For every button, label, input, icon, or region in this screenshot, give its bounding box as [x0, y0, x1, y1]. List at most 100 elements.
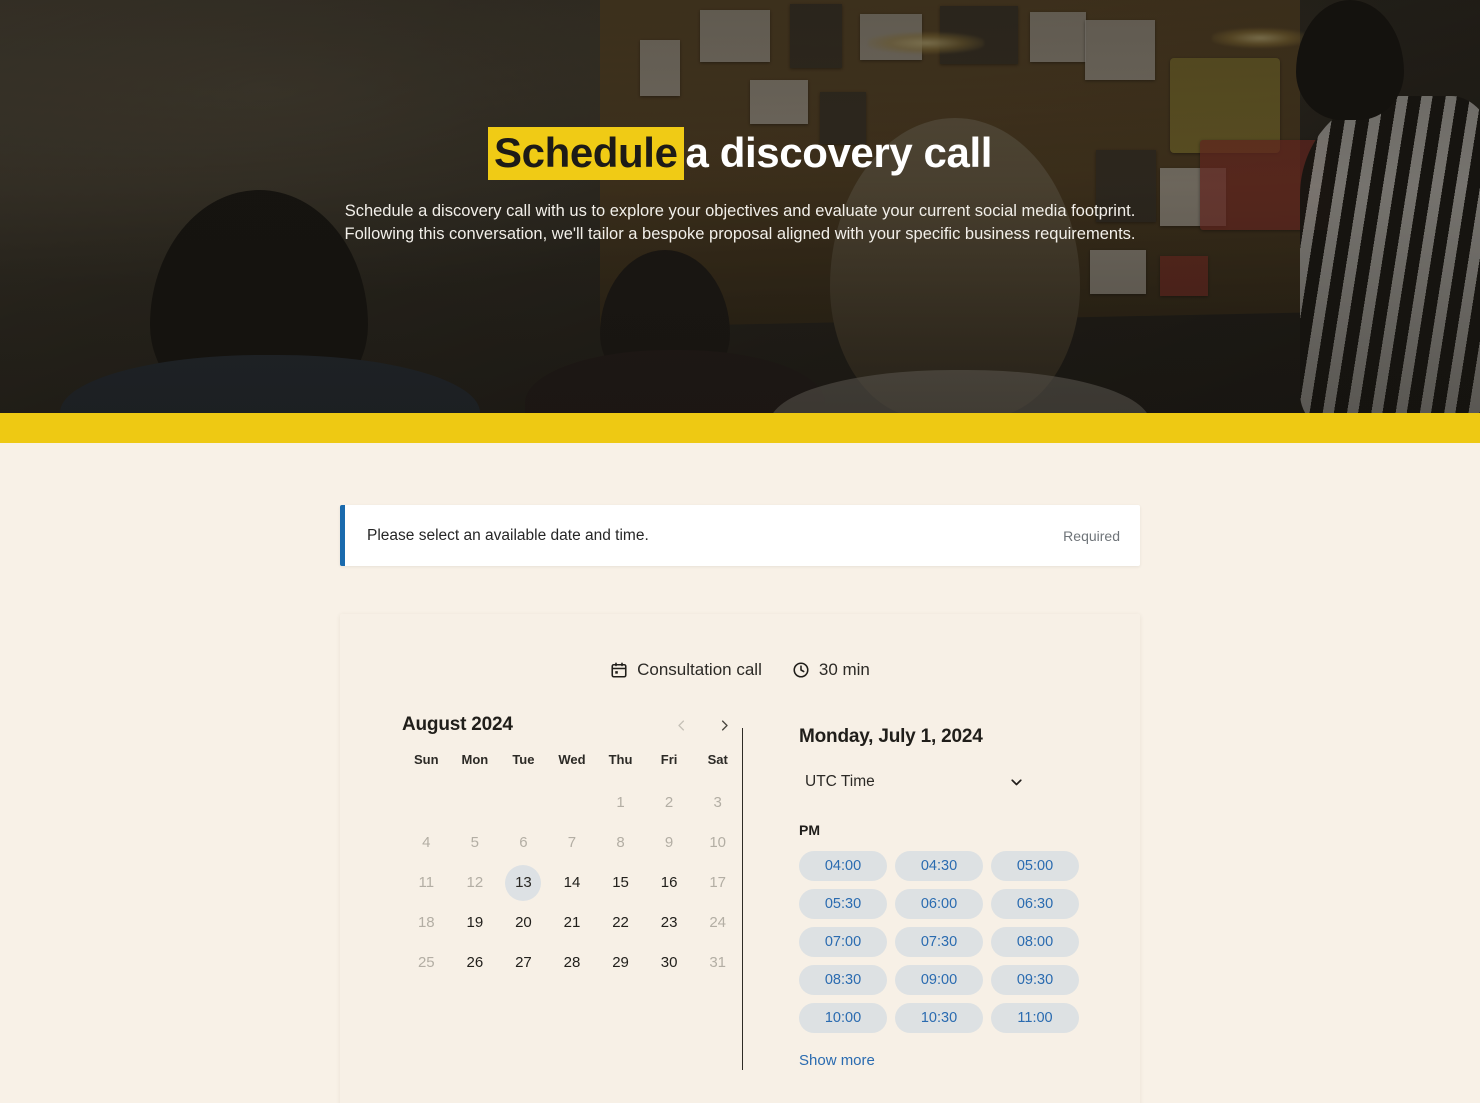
calendar-day-9: 9 — [664, 834, 674, 851]
booking-widget: Consultation call 30 min August 2024 Sun… — [340, 614, 1140, 1103]
selection-required-alert: Please select an available date and time… — [340, 505, 1140, 566]
calendar-week-row: 1 2 3 — [402, 783, 742, 823]
calendar-day-17: 17 — [709, 874, 727, 891]
timeslot-0700[interactable]: 07:00 — [799, 927, 887, 957]
alert-required-badge: Required — [1063, 527, 1120, 544]
calendar-day-empty — [408, 785, 444, 821]
weekday-label: Wed — [558, 752, 586, 767]
panel-divider — [742, 728, 743, 1070]
calendar-day-30[interactable]: 30 — [651, 945, 687, 981]
calendar-panel: August 2024 Sun Mon Tue Wed Thu Fri Sat … — [402, 714, 742, 1070]
calendar-header: August 2024 — [402, 714, 742, 736]
calendar-icon — [610, 661, 628, 679]
chevron-left-icon — [674, 719, 689, 736]
period-label: PM — [799, 822, 820, 838]
calendar-day-2: 2 — [664, 794, 674, 811]
calendar-day-27[interactable]: 27 — [505, 945, 541, 981]
calendar-day-11: 11 — [418, 874, 435, 891]
event-name-label: Consultation call — [637, 660, 762, 679]
timeslot-0800[interactable]: 08:00 — [991, 927, 1079, 957]
calendar-day-7: 7 — [567, 834, 577, 851]
previous-month-button[interactable] — [670, 716, 693, 735]
weekday-label: Sun — [414, 752, 439, 767]
timeslot-1100[interactable]: 11:00 — [991, 1003, 1079, 1033]
calendar-day-19[interactable]: 19 — [457, 905, 493, 941]
timeslot-0500[interactable]: 05:00 — [991, 851, 1079, 881]
timeslots-panel: Monday, July 1, 2024 UTC Time PM 04:00 04… — [799, 714, 1084, 1070]
booking-panels: August 2024 Sun Mon Tue Wed Thu Fri Sat … — [340, 714, 1140, 1070]
calendar-day-13[interactable]: 13 — [505, 865, 542, 901]
calendar-day-10: 10 — [709, 834, 727, 851]
calendar-week-row: 18 19 20 21 22 23 24 — [402, 903, 742, 943]
event-name-item: Consultation call — [610, 660, 762, 680]
timeslot-0530[interactable]: 05:30 — [799, 889, 887, 919]
calendar-day-12: 12 — [466, 874, 484, 891]
timeslot-0630[interactable]: 06:30 — [991, 889, 1079, 919]
timeslot-0900[interactable]: 09:00 — [895, 965, 983, 995]
chevron-right-icon — [717, 719, 732, 736]
calendar-day-21[interactable]: 21 — [554, 905, 590, 941]
show-more-button[interactable]: Show more — [799, 1052, 875, 1069]
calendar-day-20[interactable]: 20 — [505, 905, 541, 941]
calendar-day-3: 3 — [713, 794, 722, 811]
weekday-label: Mon — [461, 752, 489, 767]
timeslot-0930[interactable]: 09:30 — [991, 965, 1079, 995]
calendar-day-6: 6 — [519, 834, 528, 851]
calendar-day-23[interactable]: 23 — [651, 905, 687, 941]
calendar-day-empty — [554, 785, 590, 821]
calendar-weekday-row: Sun Mon Tue Wed Thu Fri Sat — [402, 752, 742, 783]
calendar-week-row: 11 12 13 14 15 16 17 — [402, 863, 742, 903]
weekday-label: Tue — [512, 752, 535, 767]
calendar-day-24: 24 — [709, 914, 727, 931]
timeslot-1000[interactable]: 10:00 — [799, 1003, 887, 1033]
calendar-day-15[interactable]: 15 — [603, 865, 639, 901]
timezone-value: UTC Time — [805, 773, 875, 790]
calendar-day-25: 25 — [417, 954, 435, 971]
alert-message: Please select an available date and time… — [367, 526, 649, 544]
selected-date-heading: Monday, July 1, 2024 — [799, 726, 983, 747]
accent-divider-bar — [0, 413, 1480, 443]
calendar-day-16[interactable]: 16 — [651, 865, 687, 901]
page-title-rest: a discovery call — [685, 129, 993, 176]
calendar-day-22[interactable]: 22 — [603, 905, 639, 941]
calendar-day-18: 18 — [417, 914, 435, 931]
timeslot-1030[interactable]: 10:30 — [895, 1003, 983, 1033]
page-subtitle: Schedule a discovery call with us to exp… — [344, 201, 1136, 244]
hero-banner: Schedule a discovery call Schedule a disc… — [0, 0, 1480, 413]
timeslot-0730[interactable]: 07:30 — [895, 927, 983, 957]
timeslot-0830[interactable]: 08:30 — [799, 965, 887, 995]
calendar-day-28[interactable]: 28 — [554, 945, 590, 981]
calendar-day-29[interactable]: 29 — [603, 945, 639, 981]
calendar-day-1: 1 — [616, 794, 625, 811]
event-duration-label: 30 min — [818, 660, 870, 679]
calendar-day-empty — [505, 785, 541, 821]
calendar-week-row: 25 26 27 28 29 30 31 — [402, 943, 742, 983]
weekday-label: Fri — [660, 752, 678, 767]
calendar-week-row: 4 5 6 7 8 9 10 — [402, 823, 742, 863]
timeslot-0600[interactable]: 06:00 — [895, 889, 983, 919]
calendar-day-5: 5 — [470, 834, 480, 851]
weekday-label: Sat — [707, 752, 728, 767]
timezone-select[interactable]: UTC Time — [799, 764, 1031, 800]
calendar-day-empty — [457, 785, 493, 821]
calendar-grid: Sun Mon Tue Wed Thu Fri Sat 1 2 3 4 5 6 7 8 9 10 1… — [402, 752, 742, 983]
calendar-body: 1 2 3 4 5 6 7 8 9 10 11 12 13 14 15 16 17 18 19 20 21 22 23 24 2… — [402, 783, 742, 983]
calendar-day-14[interactable]: 14 — [554, 865, 590, 901]
booking-meta: Consultation call 30 min — [340, 660, 1140, 680]
main-content: Please select an available date and time… — [0, 443, 1480, 1103]
calendar-day-31: 31 — [709, 954, 727, 971]
page-title-highlight: Schedule — [488, 127, 684, 180]
weekday-label: Thu — [608, 752, 633, 767]
chevron-down-icon — [1008, 774, 1025, 791]
clock-icon — [792, 661, 810, 679]
event-duration-item: 30 min — [792, 660, 870, 680]
page-title: Schedule a discovery call — [0, 127, 1480, 180]
calendar-day-26[interactable]: 26 — [457, 945, 493, 981]
timeslot-grid: 04:00 04:30 05:00 05:30 06:00 06:30 07:00 07:30… — [799, 851, 1084, 1033]
calendar-month-label: August 2024 — [402, 714, 513, 735]
timeslot-0430[interactable]: 04:30 — [895, 851, 983, 881]
calendar-nav — [670, 716, 742, 735]
next-month-button[interactable] — [713, 716, 736, 735]
calendar-day-4: 4 — [422, 834, 431, 851]
timeslot-0400[interactable]: 04:00 — [799, 851, 887, 881]
